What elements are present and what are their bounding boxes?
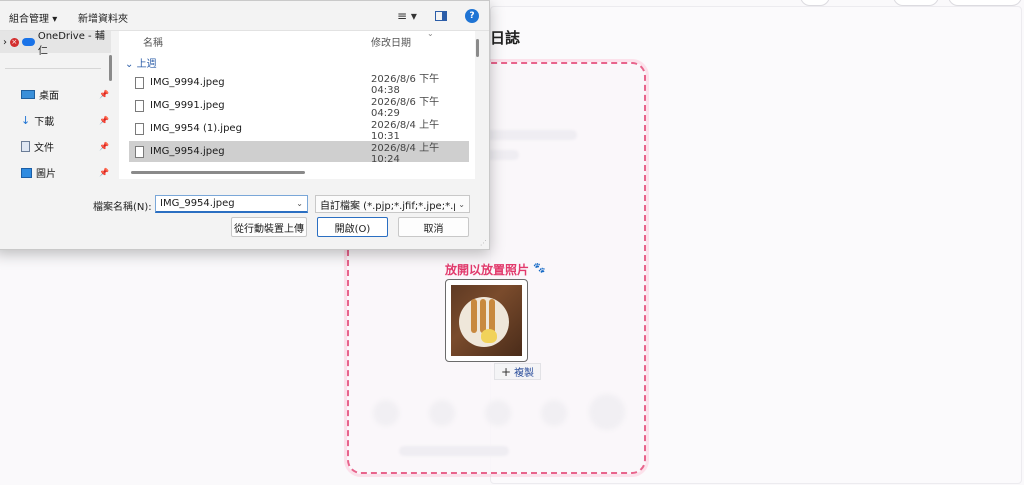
filename-value: IMG_9954.jpeg: [160, 198, 235, 209]
file-icon: [135, 76, 144, 89]
preview-pane-icon[interactable]: [435, 11, 447, 21]
column-header-name[interactable]: 名稱: [143, 34, 163, 49]
help-icon[interactable]: ?: [465, 9, 479, 23]
nav-item-label: 文件: [34, 143, 54, 154]
pin-icon: 📌: [99, 116, 109, 125]
chevron-right-icon: ›: [3, 36, 7, 48]
blurred-content: [373, 400, 399, 426]
filename-input[interactable]: IMG_9954.jpeg ⌄: [155, 195, 308, 213]
file-row[interactable]: IMG_9994.jpeg 2026/8/6 下午 04:38: [129, 72, 469, 96]
file-open-dialog: 組合管理 ▾ 新增資料夾 ≡ ▾ ? › × OneDrive - 輔仁 桌面 …: [0, 0, 490, 250]
filetype-value: 自訂檔案 (*.pjp;*.jfif;*.jpe;*.pjpeg: [320, 200, 455, 212]
skewer-shape: [489, 299, 495, 333]
file-name: IMG_9991.jpeg: [150, 100, 225, 111]
skewer-shape: [480, 299, 486, 333]
organize-button[interactable]: 組合管理 ▾: [9, 10, 57, 25]
dragged-photo-thumbnail[interactable]: [445, 279, 528, 362]
lemon-shape: [481, 329, 497, 343]
new-folder-button[interactable]: 新增資料夾: [78, 10, 128, 25]
file-list-vertical-scrollbar[interactable]: [476, 39, 479, 57]
divider: [5, 68, 101, 69]
file-name: IMG_9954 (1).jpeg: [150, 123, 242, 134]
file-row[interactable]: IMG_9954 (1).jpeg 2026/8/4 上午 10:31: [129, 118, 469, 142]
nav-scrollbar[interactable]: [109, 55, 112, 81]
pin-icon: 📌: [99, 142, 109, 151]
column-header-date[interactable]: 修改日期: [371, 34, 411, 49]
blurred-content: [399, 446, 509, 456]
paw-icon: 🐾: [533, 263, 546, 274]
skewer-shape: [471, 299, 477, 333]
sort-arrow-icon: ⌄: [427, 29, 434, 38]
resize-grip-icon[interactable]: ⋰: [480, 239, 487, 247]
file-date: 2026/8/4 上午 10:24: [371, 142, 440, 165]
file-icon: [135, 122, 144, 135]
file-row[interactable]: IMG_9991.jpeg 2026/8/6 下午 04:29: [129, 95, 469, 119]
pin-icon: 📌: [99, 90, 109, 99]
nav-item-label: 下載: [34, 117, 55, 128]
view-menu-icon[interactable]: ≡ ▾: [397, 9, 417, 23]
nav-item-label: 圖片: [36, 169, 56, 180]
chevron-down-icon: ▾: [52, 14, 58, 25]
file-icon: [135, 99, 144, 112]
open-button[interactable]: 開啟(O): [317, 217, 388, 237]
nav-item-downloads[interactable]: ↓ 下載 📌: [21, 113, 109, 128]
blurred-content: [541, 400, 567, 426]
download-icon: ↓: [21, 114, 31, 127]
cancel-button[interactable]: 取消: [398, 217, 469, 237]
navigation-pane: › × OneDrive - 輔仁 桌面 📌 ↓ 下載 📌 文件 📌 圖片 📌: [0, 31, 113, 180]
file-row-selected[interactable]: IMG_9954.jpeg 2026/8/4 上午 10:24: [129, 141, 469, 165]
upload-from-device-button[interactable]: 從行動裝置上傳: [231, 217, 307, 237]
drop-hint-text: 放開以放置照片: [445, 263, 530, 277]
copy-label: 複製: [514, 368, 535, 379]
group-label: 上週: [136, 59, 157, 70]
file-name: IMG_9994.jpeg: [150, 77, 225, 88]
organize-label: 組合管理: [9, 14, 49, 25]
file-name: IMG_9954.jpeg: [150, 146, 225, 157]
nav-item-onedrive[interactable]: › × OneDrive - 輔仁: [0, 31, 111, 57]
blurred-content: [485, 400, 511, 426]
filetype-select[interactable]: 自訂檔案 (*.pjp;*.jfif;*.jpe;*.pjpeg ⌄: [315, 195, 470, 213]
group-header-last-week[interactable]: ⌄ 上週: [125, 55, 157, 70]
copy-badge: + 複製: [494, 363, 542, 380]
chevron-down-icon: ⌄: [125, 59, 134, 70]
nav-onedrive-label: OneDrive - 輔仁: [37, 31, 105, 57]
nav-item-pictures[interactable]: 圖片 📌: [21, 165, 109, 180]
file-icon: [135, 145, 144, 158]
document-icon: [21, 141, 30, 152]
nav-item-label: 桌面: [39, 91, 59, 102]
blurred-content: [429, 400, 455, 426]
error-icon: ×: [10, 37, 19, 47]
pictures-icon: [21, 167, 32, 178]
blurred-content: [589, 394, 625, 430]
pin-icon: 📌: [99, 168, 109, 177]
plus-icon: +: [501, 364, 512, 379]
chevron-down-icon: ⌄: [458, 199, 465, 209]
filename-label: 檔案名稱(N):: [93, 202, 152, 213]
food-photo: [451, 285, 522, 356]
cloud-icon: [21, 38, 35, 46]
nav-item-documents[interactable]: 文件 📌: [21, 139, 109, 154]
file-list: 名稱 修改日期 ⌄ ⌄ 上週 IMG_9994.jpeg 2026/8/6 下午…: [119, 29, 475, 179]
nav-item-desktop[interactable]: 桌面 📌: [21, 87, 109, 102]
desktop-icon: [21, 90, 35, 99]
file-list-horizontal-scrollbar[interactable]: [131, 171, 305, 174]
chevron-down-icon[interactable]: ⌄: [296, 199, 303, 208]
